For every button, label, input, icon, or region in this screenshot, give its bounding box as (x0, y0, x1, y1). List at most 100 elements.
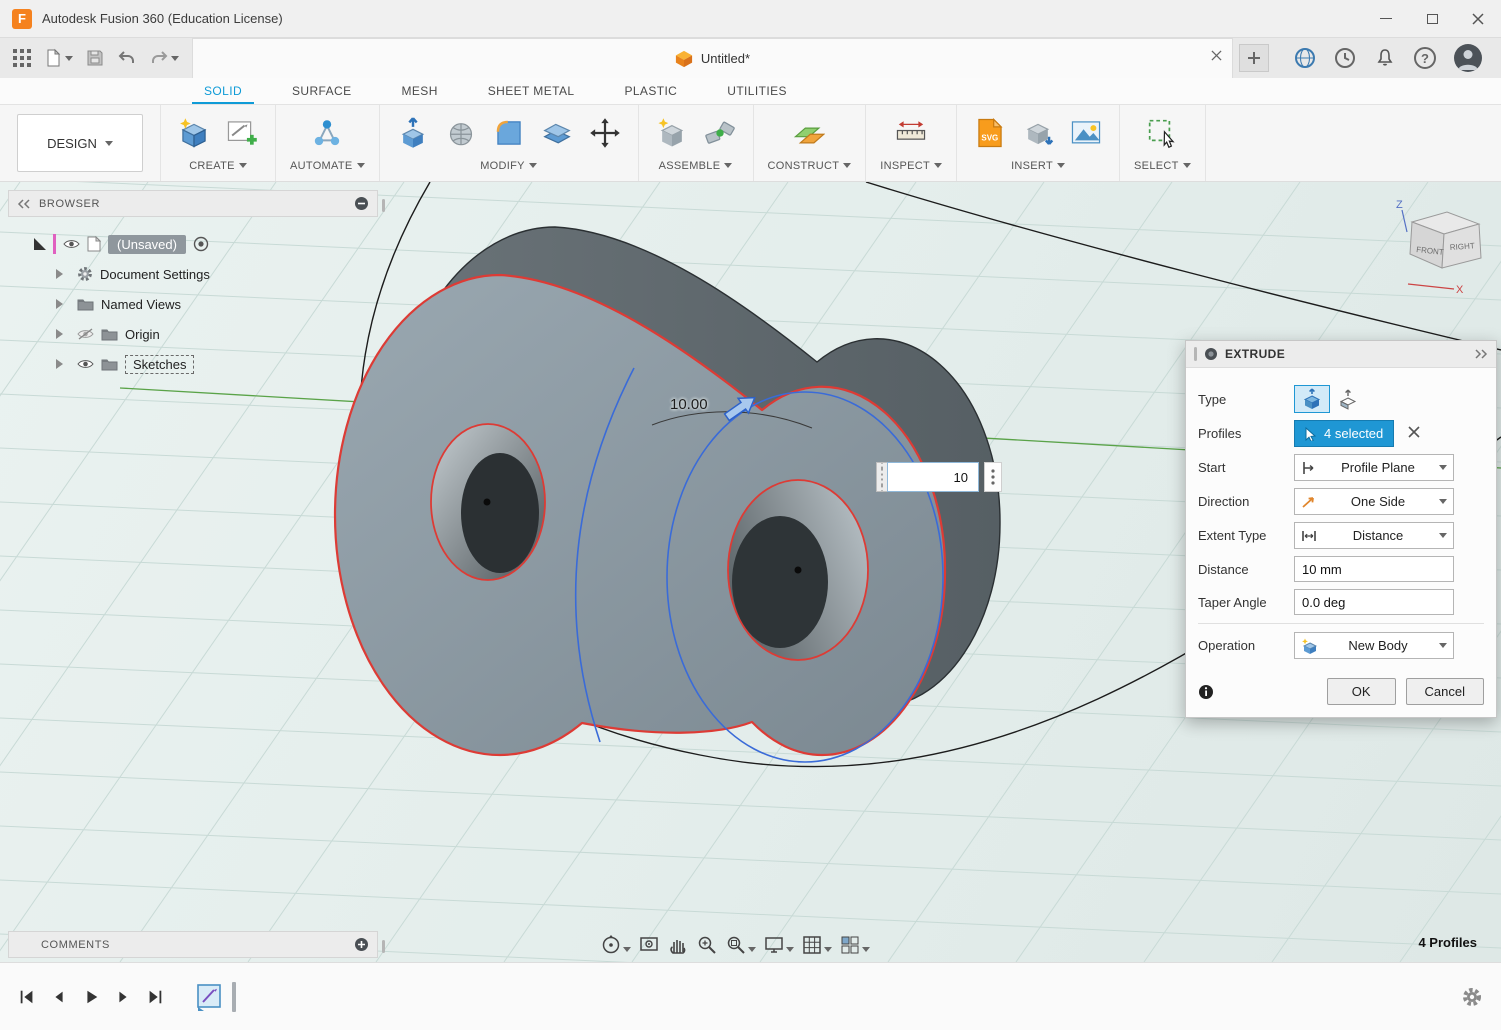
visibility-off-icon[interactable] (77, 328, 94, 340)
operation-dropdown[interactable]: New Body (1294, 632, 1454, 659)
automate-button[interactable] (304, 110, 350, 156)
grid-snap-button[interactable] (799, 932, 834, 958)
timeline-step-forward-button[interactable] (110, 984, 136, 1010)
comments-header[interactable]: COMMENTS (8, 931, 378, 958)
tab-plastic[interactable]: PLASTIC (606, 78, 695, 104)
taper-angle-field[interactable] (1294, 589, 1454, 615)
new-document-tab-button[interactable] (1239, 44, 1269, 72)
timeline-settings-button[interactable] (1457, 982, 1487, 1012)
web-home-button[interactable] (1291, 44, 1319, 72)
inspect-menu[interactable]: INSPECT (876, 157, 946, 174)
expand-caret-icon[interactable] (56, 329, 68, 339)
insert-canvas-button[interactable] (1063, 110, 1109, 156)
maximize-button[interactable] (1409, 0, 1455, 37)
notifications-button[interactable] (1371, 44, 1399, 72)
construct-plane-button[interactable] (786, 110, 832, 156)
joint-button[interactable] (697, 110, 743, 156)
type-extrude-button[interactable] (1294, 385, 1330, 413)
collapse-panel-icon[interactable] (17, 199, 31, 209)
zoom-button[interactable] (694, 932, 720, 958)
create-menu[interactable]: CREATE (185, 157, 251, 174)
tab-surface[interactable]: SURFACE (274, 78, 369, 104)
select-tool-button[interactable] (1139, 110, 1185, 156)
root-expander-icon[interactable] (34, 238, 46, 250)
measure-button[interactable] (888, 110, 934, 156)
timeline-step-back-button[interactable] (46, 984, 72, 1010)
type-thin-extrude-button[interactable] (1330, 385, 1366, 413)
insert-derive-button[interactable] (1015, 110, 1061, 156)
visibility-eye-icon[interactable] (77, 358, 94, 370)
timeline-play-button[interactable] (78, 984, 104, 1010)
browser-scrollbar[interactable] (382, 199, 385, 212)
browser-item-document-settings[interactable]: Document Settings (8, 259, 378, 289)
undo-button[interactable] (114, 45, 140, 71)
view-cube[interactable]: FRONT RIGHT Z X (1382, 196, 1501, 300)
browser-item-named-views[interactable]: Named Views (8, 289, 378, 319)
tab-mesh[interactable]: MESH (384, 78, 456, 104)
clear-selection-button[interactable] (1408, 426, 1420, 441)
sketch-point-right[interactable] (795, 567, 802, 574)
fillet-button[interactable] (486, 110, 532, 156)
look-at-button[interactable] (636, 932, 662, 958)
info-icon[interactable] (1198, 684, 1214, 700)
orbit-button[interactable] (598, 932, 633, 958)
move-copy-button[interactable] (582, 110, 628, 156)
start-dropdown[interactable]: Profile Plane (1294, 454, 1454, 481)
press-pull-button[interactable] (390, 110, 436, 156)
expand-caret-icon[interactable] (56, 269, 68, 279)
3d-viewport[interactable]: 10.00 FRONT RIGHT Z X (0, 182, 1501, 962)
insert-svg-button[interactable]: SVG (967, 110, 1013, 156)
cancel-button[interactable]: Cancel (1406, 678, 1484, 705)
profiles-selected-chip[interactable]: 4 selected (1294, 420, 1394, 447)
browser-item-sketches[interactable]: Sketches (8, 349, 378, 379)
document-tab[interactable]: Untitled* (192, 38, 1233, 78)
assemble-new-component-button[interactable] (649, 110, 695, 156)
create-new-component-button[interactable] (171, 110, 217, 156)
viewports-button[interactable] (837, 932, 872, 958)
ok-button[interactable]: OK (1327, 678, 1396, 705)
comments-scrollbar[interactable] (382, 940, 385, 953)
fit-button[interactable] (723, 932, 758, 958)
help-button[interactable]: ? (1411, 44, 1439, 72)
collapse-all-icon[interactable] (354, 196, 369, 211)
distance-field[interactable] (1294, 556, 1454, 582)
direction-dropdown[interactable]: One Side (1294, 488, 1454, 515)
shell-button[interactable] (534, 110, 580, 156)
save-button[interactable] (82, 45, 108, 71)
distance-value-input[interactable] (887, 462, 979, 492)
extent-type-dropdown[interactable]: Distance (1294, 522, 1454, 549)
drag-handle[interactable] (876, 462, 887, 492)
close-button[interactable] (1455, 0, 1501, 37)
timeline-sketch-feature[interactable] (196, 981, 224, 1013)
dialog-grip[interactable] (1194, 347, 1197, 361)
timeline-go-to-end-button[interactable] (142, 984, 168, 1010)
expand-caret-icon[interactable] (56, 299, 68, 309)
form-button[interactable] (438, 110, 484, 156)
file-menu-button[interactable] (40, 45, 76, 71)
visibility-eye-icon[interactable] (63, 238, 80, 250)
document-tab-close-button[interactable] (1211, 49, 1222, 64)
activate-radio-icon[interactable] (193, 236, 209, 252)
automate-menu[interactable]: AUTOMATE (286, 157, 369, 174)
expand-panel-icon[interactable] (1474, 349, 1488, 359)
app-grid-button[interactable] (10, 46, 34, 70)
browser-root-item[interactable]: (Unsaved) (8, 229, 378, 259)
timeline-position-marker[interactable] (232, 982, 236, 1012)
dimension-options-button[interactable] (984, 462, 1002, 492)
select-menu[interactable]: SELECT (1130, 157, 1195, 174)
job-status-button[interactable] (1331, 44, 1359, 72)
pan-button[interactable] (665, 932, 691, 958)
browser-header[interactable]: BROWSER (8, 190, 378, 217)
insert-menu[interactable]: INSERT (1007, 157, 1069, 174)
construct-menu[interactable]: CONSTRUCT (764, 157, 856, 174)
timeline-go-to-start-button[interactable] (14, 984, 40, 1010)
browser-item-origin[interactable]: Origin (8, 319, 378, 349)
expand-caret-icon[interactable] (56, 359, 68, 369)
tab-utilities[interactable]: UTILITIES (709, 78, 805, 104)
redo-button[interactable] (146, 45, 182, 71)
display-settings-button[interactable] (761, 932, 796, 958)
tab-sheet-metal[interactable]: SHEET METAL (470, 78, 593, 104)
account-avatar[interactable] (1451, 41, 1485, 75)
sketch-point-left[interactable] (484, 499, 491, 506)
extrude-dialog-header[interactable]: EXTRUDE (1186, 341, 1496, 368)
